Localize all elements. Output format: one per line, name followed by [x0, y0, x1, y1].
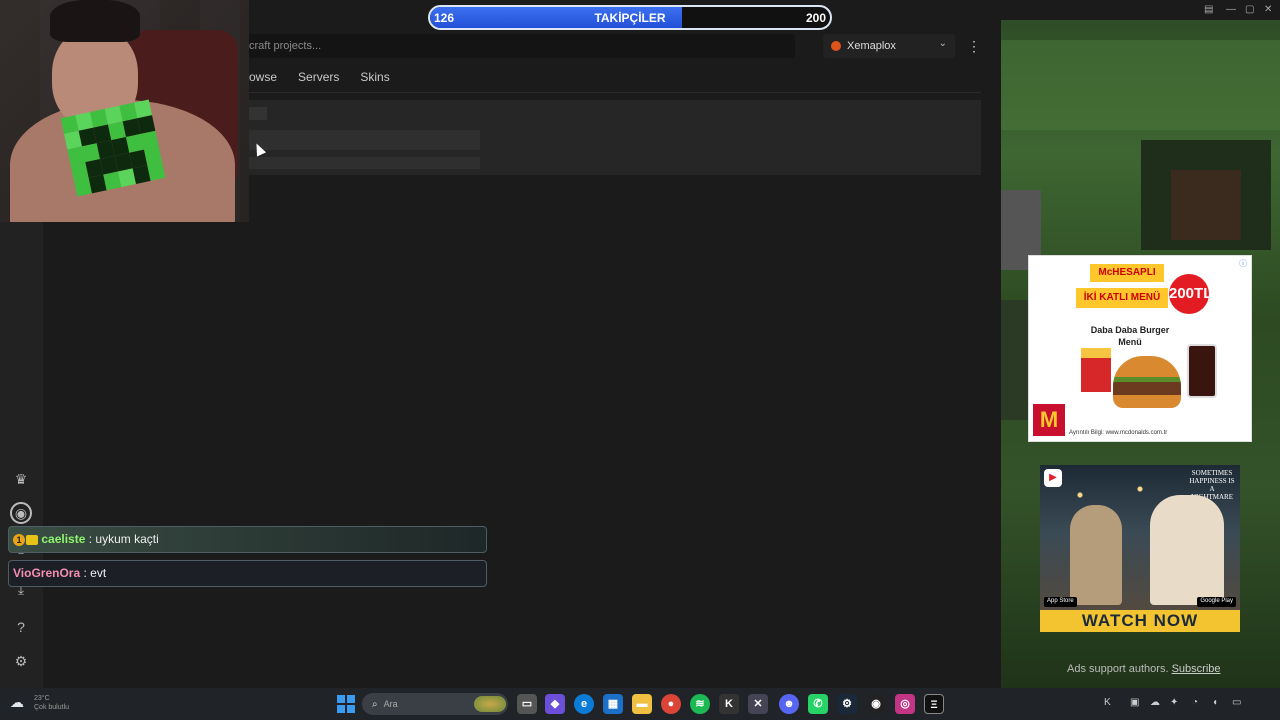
tray-cloud-icon[interactable]: ☁ — [1150, 697, 1160, 708]
task-view-icon[interactable]: ▭ — [517, 694, 537, 714]
instagram-icon[interactable]: ◎ — [895, 694, 915, 714]
search-icon: ⌕ — [372, 699, 378, 710]
active-app-icon[interactable]: Ξ — [924, 694, 944, 714]
nav-skins[interactable]: Skins — [360, 70, 389, 90]
google-play-badge[interactable]: Google Play — [1197, 597, 1236, 607]
discord-icon[interactable]: ☻ — [779, 694, 799, 714]
tray-kick-icon[interactable]: K — [1104, 697, 1111, 708]
follower-current-count: 126 — [434, 11, 455, 25]
store-icon[interactable]: ▦ — [603, 694, 623, 714]
taskbar: ☁ 23°C Çok bulutlu ⌕ Ara ▭ ◆ e ▦ ▬ ● ≋ K ✕… — [0, 688, 1280, 720]
ad-menu: İKİ KATLI MENÜ — [1076, 288, 1168, 308]
battery-icon[interactable]: ▭ — [1232, 697, 1241, 708]
chrome-icon[interactable]: ● — [661, 694, 681, 714]
windows-start-icon[interactable] — [337, 695, 355, 713]
whatsapp-icon[interactable]: ✆ — [808, 694, 828, 714]
weather-text[interactable]: 23°C Çok bulutlu — [34, 694, 69, 712]
profile-avatar-icon[interactable]: ◉ — [10, 502, 32, 524]
close-icon[interactable]: ✕ — [1264, 4, 1272, 15]
account-name: Xemaplox — [847, 40, 896, 52]
account-avatar-icon — [831, 41, 841, 51]
nav-servers[interactable]: Servers — [298, 70, 339, 90]
drink-image — [1187, 344, 1217, 398]
webcam-overlay — [0, 0, 249, 222]
woman-figure — [1070, 505, 1122, 605]
fries-image — [1081, 348, 1111, 392]
kick-icon[interactable]: K — [719, 694, 739, 714]
ad-support-line: Ads support authors. Subscribe — [1067, 663, 1221, 675]
chat-username[interactable]: VioGrenOra — [13, 566, 80, 580]
subscribe-link[interactable]: Subscribe — [1172, 663, 1221, 675]
adchoices-icon[interactable]: ⓘ — [1239, 258, 1247, 269]
app-store-badge[interactable]: App Store — [1044, 597, 1077, 607]
nav-divider — [249, 92, 981, 93]
snap-icon[interactable]: ▤ — [1204, 4, 1213, 15]
help-icon[interactable]: ? — [10, 616, 32, 638]
maximize-icon[interactable]: ▢ — [1245, 4, 1254, 15]
spotify-icon[interactable]: ≋ — [690, 694, 710, 714]
mcdonalds-ad[interactable]: ⓘ McHESAPLI İKİ KATLI MENÜ 200TL Daba Da… — [1028, 255, 1252, 442]
ad-product: Daba Daba Burger Menü — [1090, 325, 1170, 347]
chat-message: 1 caeliste : uykum kaçti — [8, 526, 487, 553]
follower-goal-label: TAKİPÇİLER — [594, 11, 666, 25]
sub-badge-icon: 1 — [13, 533, 25, 546]
chat-text: uykum kaçti — [95, 532, 159, 546]
ad-brand: McHESAPLI — [1090, 264, 1164, 282]
follower-goal-count: 200 — [805, 11, 826, 25]
more-options-icon[interactable]: ⋮ — [967, 38, 981, 56]
ad-support-text: Ads support authors. — [1067, 663, 1169, 675]
mcdonalds-logo-icon: M — [1033, 404, 1065, 436]
tray-app2-icon[interactable]: ✦ — [1170, 697, 1178, 708]
widgets-icon[interactable]: ◆ — [545, 694, 565, 714]
movie-ad[interactable]: ▶ SOMETIMES HAPPINESS IS A NIGHTMARE App… — [1040, 465, 1240, 632]
ad-fine-print: Ayrıntılı Bilgi: www.mcdonalds.com.tr — [1069, 430, 1168, 436]
app-icon[interactable]: ✕ — [748, 694, 768, 714]
skeleton-title — [249, 130, 480, 150]
settings-gear-icon[interactable]: ⚙ — [10, 650, 32, 672]
play-icon: ▶ — [1044, 469, 1062, 487]
crown-icon[interactable]: ♛ — [10, 468, 32, 490]
screen: craft projects... Xemaplox ⌄ ⋮ owse Serv… — [0, 0, 1280, 720]
wifi-icon[interactable]: ◔ — [1192, 697, 1198, 708]
skeleton-line — [249, 157, 480, 169]
tray-app-icon[interactable]: ▣ — [1130, 697, 1139, 708]
chat-message: VioGrenOra : evt — [8, 560, 487, 587]
weather-cloud-icon[interactable]: ☁ — [10, 694, 30, 714]
volume-icon[interactable]: ◖ — [1212, 697, 1218, 708]
file-explorer-icon[interactable]: ▬ — [632, 694, 652, 714]
chat-username[interactable]: caeliste — [41, 532, 85, 546]
search-input[interactable]: craft projects... — [249, 34, 795, 58]
store-badges: App Store Google Play — [1044, 597, 1236, 607]
minimize-icon[interactable]: — — [1226, 4, 1236, 15]
watch-now-button[interactable]: WATCH NOW — [1040, 610, 1240, 632]
app-nav: owse Servers Skins — [249, 70, 411, 90]
chevron-down-icon: ⌄ — [938, 38, 947, 49]
obs-icon[interactable]: ◉ — [866, 694, 886, 714]
left-sidebar: ♛ ◉ ☺ ⤓ ? ⚙ — [0, 220, 43, 688]
follower-goal-bar: TAKİPÇİLER 126 200 — [428, 5, 832, 30]
crown-badge-icon — [26, 534, 38, 545]
burger-image — [1113, 356, 1181, 408]
account-switcher[interactable]: Xemaplox ⌄ — [823, 34, 955, 58]
edge-icon[interactable]: e — [574, 694, 594, 714]
steam-icon[interactable]: ⚙ — [837, 694, 857, 714]
ad-price: 200TL — [1169, 274, 1212, 314]
skeleton-icon — [249, 107, 267, 120]
chat-text: evt — [90, 566, 107, 580]
couple-figure — [1150, 495, 1224, 605]
search-highlight-icon — [474, 696, 506, 712]
nav-browse[interactable]: owse — [249, 70, 277, 90]
